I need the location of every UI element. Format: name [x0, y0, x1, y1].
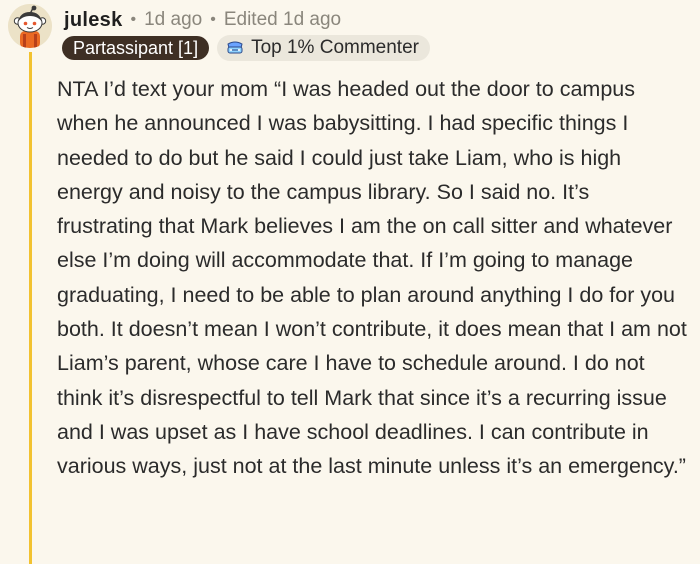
commenter-badge-icon: [227, 41, 243, 54]
user-flair: Partassipant [1]: [62, 36, 210, 60]
achievement-label: Top 1% Commenter: [251, 37, 419, 58]
separator-dot: •: [130, 11, 137, 28]
snoo-avatar-icon: [8, 4, 52, 48]
username[interactable]: julesk: [64, 9, 123, 32]
separator-dot: •: [210, 11, 216, 28]
comment-header: julesk • 1d ago • Edited 1d ago: [64, 7, 341, 33]
posted-time: 1d ago: [144, 9, 203, 30]
thread-line[interactable]: [29, 52, 32, 564]
avatar[interactable]: [8, 4, 52, 48]
edited-time: Edited 1d ago: [223, 9, 342, 30]
badge-row: Partassipant [1] Top 1% Commenter: [62, 35, 430, 61]
achievement-badge[interactable]: Top 1% Commenter: [217, 35, 430, 61]
comment-body: NTA I’d text your mom “I was headed out …: [57, 77, 687, 479]
